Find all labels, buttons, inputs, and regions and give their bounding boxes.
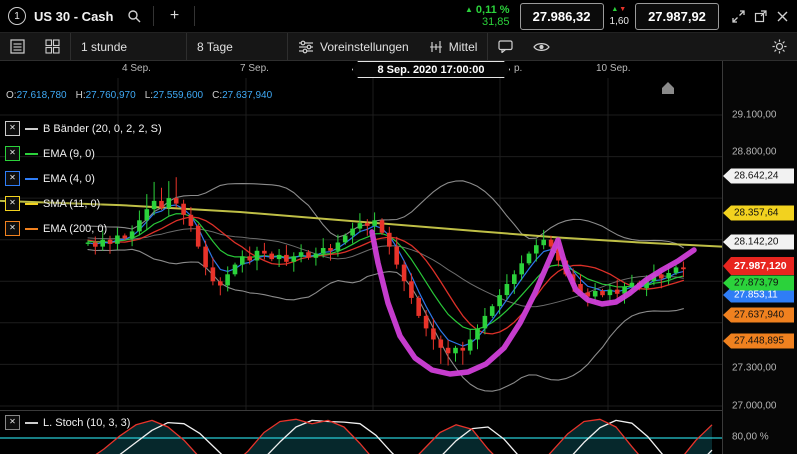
add-tab-button[interactable]: +	[162, 4, 186, 28]
indicator-row: ✕ EMA (200, 0)	[5, 216, 162, 241]
trading-platform-window: 1 US 30 - Cash + ▲ 0,11 % 31,85 27.986,32…	[0, 0, 797, 454]
remove-stoch-button[interactable]: ✕	[5, 415, 20, 430]
visibility-button[interactable]	[523, 33, 560, 60]
price-tag: 27.448,895	[723, 333, 794, 349]
price-tag: 28.357,64	[723, 205, 794, 221]
close-icon[interactable]	[773, 7, 791, 25]
comment-button[interactable]	[488, 33, 523, 60]
stoch-legend-row: ✕ L. Stoch (10, 3, 3)	[5, 415, 130, 430]
indicator-swatch	[25, 152, 38, 155]
indicator-row: ✕ EMA (4, 0)	[5, 166, 162, 191]
indicator-label: SMA (11, 0)	[43, 197, 101, 210]
window-controls	[729, 7, 791, 25]
price-axis[interactable]: 29.100,00 28.800,00 27.300,00 27.000,00 80,0…	[722, 61, 797, 454]
sliders-icon	[299, 40, 313, 53]
indicator-icon	[429, 40, 442, 53]
open-value: 27.618,780	[16, 90, 67, 101]
high-value: 27.760,970	[85, 90, 136, 101]
indicator-label: EMA (9, 0)	[43, 147, 95, 160]
indicator-swatch	[25, 227, 38, 230]
time-axis-label: 4 Sep.	[122, 63, 151, 74]
change-readout: ▲ 0,11 % 31,85	[465, 4, 510, 28]
chart-toolbar: 1 stunde 8 Tage Voreinstellungen Mittel	[0, 33, 797, 61]
indicator-swatch	[25, 202, 38, 205]
settings-button[interactable]	[762, 33, 797, 60]
axis-price-label: 27.300,00	[732, 362, 777, 374]
up-triangle-icon: ▲	[464, 5, 473, 14]
crosshair-time-tooltip: 8 Sep. 2020 17:00:00	[352, 61, 510, 78]
buy-price-button[interactable]: 27.987,92	[635, 2, 719, 30]
spread-value: 1,60	[609, 16, 629, 27]
indicator-row: ✕ EMA (9, 0)	[5, 141, 162, 166]
quote-panel: ▲ 0,11 % 31,85 27.986,32 ▲▼ 1,60 27.987,9…	[465, 0, 797, 32]
indicator-swatch	[25, 177, 38, 180]
instrument-tab[interactable]: 1 US 30 - Cash +	[0, 0, 203, 32]
marker-icon[interactable]	[662, 82, 674, 94]
speech-bubble-icon	[498, 40, 514, 53]
price-chart[interactable]: O:27.618,780 H:27.760,970 L:27.559,600 C…	[0, 78, 723, 410]
remove-indicator-button[interactable]: ✕	[5, 221, 20, 236]
tab-divider	[153, 6, 155, 26]
search-icon[interactable]	[123, 5, 145, 27]
expand-icon[interactable]	[729, 7, 747, 25]
axis-price-label: 29.100,00	[732, 109, 777, 121]
ema4-line	[87, 204, 685, 347]
change-percent: ▲ 0,11 %	[464, 4, 510, 16]
sell-price-button[interactable]: 27.986,32	[519, 2, 604, 30]
chart-type-button[interactable]	[0, 33, 35, 60]
stochastic-pane[interactable]: ✕ L. Stoch (10, 3, 3)	[0, 410, 722, 454]
time-axis-label: p.	[514, 63, 523, 74]
gear-icon	[772, 39, 787, 54]
price-tag: 28.142,20	[723, 234, 794, 250]
price-tag: 27.873,79	[723, 275, 794, 291]
tab-divider	[194, 6, 196, 26]
time-axis-label: 7 Sep.	[240, 63, 269, 74]
change-absolute: 31,85	[482, 16, 510, 28]
timeframe-dropdown[interactable]: 1 stunde	[71, 33, 186, 60]
presets-button[interactable]: Voreinstellungen	[288, 33, 419, 60]
axis-price-label: 80,00 %	[732, 431, 769, 443]
time-axis[interactable]: 4 Sep. 7 Sep. p. 10 Sep. 8 Sep. 2020 17:00:…	[0, 61, 797, 79]
indicator-row: ✕ SMA (11, 0)	[5, 191, 162, 216]
indicator-label: EMA (4, 0)	[43, 172, 95, 185]
instrument-number-badge: 1	[8, 7, 26, 25]
price-tag: 27.987,120	[723, 257, 794, 275]
remove-indicator-button[interactable]: ✕	[5, 121, 20, 136]
eye-icon	[533, 42, 551, 51]
indicator-swatch	[25, 127, 38, 130]
indicator-label: EMA (200, 0)	[43, 222, 108, 235]
instrument-title: US 30 - Cash	[34, 8, 114, 24]
price-tag: 28.642,24	[723, 168, 794, 184]
layout-grid-button[interactable]	[35, 33, 70, 60]
axis-price-label: 28.800,00	[732, 146, 777, 158]
time-axis-label: 10 Sep.	[596, 63, 631, 74]
price-tag: 27.637,940	[723, 307, 794, 323]
indicator-label: B Bänder (20, 0, 2, 2, S)	[43, 122, 162, 135]
spread-readout: ▲▼ 1,60	[610, 5, 629, 27]
stoch-fill	[96, 419, 712, 454]
range-dropdown[interactable]: 8 Tage	[187, 33, 287, 60]
remove-indicator-button[interactable]: ✕	[5, 146, 20, 161]
stoch-label: L. Stoch (10, 3, 3)	[43, 416, 131, 429]
mittel-button[interactable]: Mittel	[419, 33, 488, 60]
indicator-legend: ✕ B Bänder (20, 0, 2, 2, S) ✕ EMA (9, 0) ✕ EM…	[5, 116, 162, 241]
remove-indicator-button[interactable]: ✕	[5, 196, 20, 211]
tick-down-icon: ▼	[619, 6, 628, 13]
stoch-swatch	[25, 421, 38, 424]
axis-price-label: 27.000,00	[732, 400, 777, 412]
remove-indicator-button[interactable]: ✕	[5, 171, 20, 186]
low-value: 27.559,600	[153, 90, 204, 101]
indicator-row: ✕ B Bänder (20, 0, 2, 2, S)	[5, 116, 162, 141]
ohlc-readout: O:27.618,780 H:27.760,970 L:27.559,600 C…	[6, 90, 273, 101]
top-bar: 1 US 30 - Cash + ▲ 0,11 % 31,85 27.986,32…	[0, 0, 797, 33]
close-value: 27.637,940	[222, 90, 273, 101]
popout-icon[interactable]	[751, 7, 769, 25]
